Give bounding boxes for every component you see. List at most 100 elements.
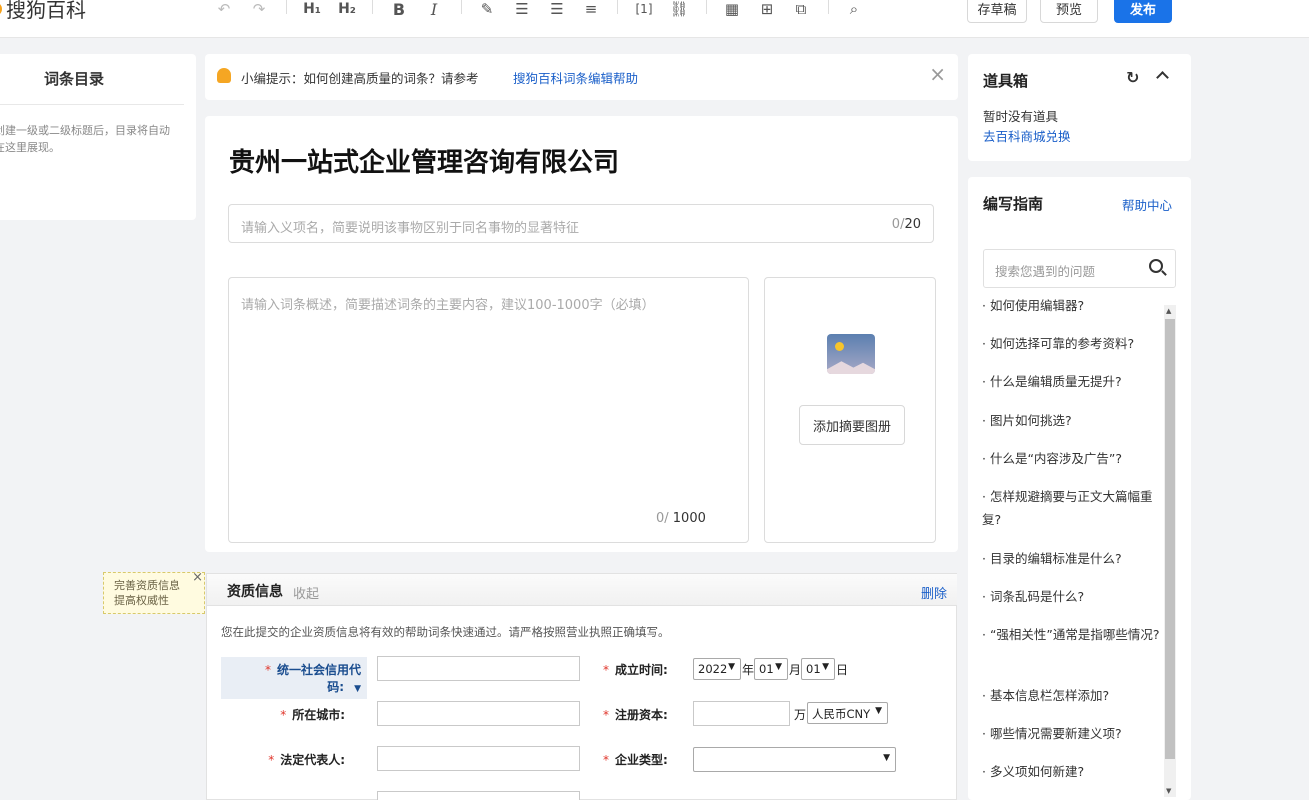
toc-divider — [0, 104, 184, 105]
guide-item[interactable]: · 怎样规避摘要与正文大篇幅重复? — [982, 485, 1160, 531]
legal-rep-label: * 法定代表人: — [268, 753, 345, 767]
toolbox-empty-text: 暂时没有道具 — [983, 109, 1059, 124]
next-field-input[interactable] — [377, 791, 580, 800]
credit-code-label[interactable]: * 统一社会信用代码: ▼ — [221, 657, 367, 699]
note-line-1: 完善资质信息 — [114, 579, 180, 592]
day-select[interactable]: 01 ▼ — [801, 658, 835, 680]
year-select[interactable]: 2022 ▼ — [693, 658, 741, 680]
bold-icon[interactable]: B — [388, 0, 410, 20]
toolbox-panel: 道具箱 ↻ 暂时没有道具 去百科商城兑换 — [968, 54, 1191, 161]
summary-placeholder: 请输入词条概述，简要描述词条的主要内容，建议100-1000字（必填） — [241, 298, 655, 313]
guide-title: 编写指南 — [983, 195, 1044, 213]
italic-icon[interactable]: I — [423, 0, 445, 20]
qualification-section: 资质信息 收起 删除 您在此提交的企业资质信息将有效的帮助词条快速通过。请严格按… — [206, 573, 957, 800]
h1-icon[interactable]: H₁ — [301, 0, 323, 20]
toc-panel: 词条目录 创建一级或二级标题后，目录将自动在这里展现。 — [0, 54, 196, 220]
month-select[interactable]: 01 ▼ — [754, 658, 788, 680]
day-unit: 日 — [836, 663, 849, 677]
year-unit: 年 — [742, 663, 755, 677]
qualification-title: 资质信息 — [227, 584, 283, 600]
writing-guide-panel: 编写指南 帮助中心 搜索您遇到的问题 · 如何使用编辑器? · 如何选择可靠的参… — [968, 177, 1191, 800]
guide-scrollbar[interactable]: ▲ ▼ — [1164, 305, 1176, 797]
toolbox-title: 道具箱 — [983, 72, 1029, 90]
scrollbar-thumb[interactable] — [1165, 319, 1175, 759]
legal-rep-input[interactable] — [377, 746, 580, 771]
toolbar-divider — [461, 0, 462, 14]
collapse-link[interactable]: 收起 — [293, 583, 319, 602]
refresh-icon[interactable]: ↻ — [1126, 68, 1139, 87]
logo-text: 搜狗百科 — [6, 0, 86, 22]
ordered-list-icon[interactable]: ☰ — [511, 0, 533, 20]
insert-icon[interactable]: ⊞ — [756, 0, 778, 20]
help-center-link[interactable]: 帮助中心 — [1122, 195, 1172, 214]
company-type-label: * 企业类型: — [603, 753, 668, 767]
reference-icon[interactable]: [1] — [633, 0, 655, 20]
scroll-up-icon[interactable]: ▲ — [1166, 307, 1171, 315]
guide-item[interactable]: · 什么是“内容涉及广告”? — [982, 447, 1160, 470]
tip-text: 小编提示：如何创建高质量的词条？请参考 — [241, 71, 479, 86]
editor-toolbar: 搜狗百科 ↶ ↷ H₁ H₂ B I ✎ ☰ ☰ ≡ [1] ⛓ ▦ ⊞ ⧉ ⌕… — [0, 0, 1309, 38]
subtitle-input[interactable]: 请输入义项名，简要说明该事物区别于同名事物的显著特征 0/20 — [228, 204, 934, 243]
summary-textarea[interactable]: 请输入词条概述，简要描述词条的主要内容，建议100-1000字（必填） 0/ 1… — [228, 277, 749, 543]
month-unit: 月 — [789, 663, 802, 677]
capital-label: * 注册资本: — [603, 708, 668, 722]
mall-exchange-link[interactable]: 去百科商城兑换 — [983, 126, 1071, 145]
city-label: * 所在城市: — [280, 708, 345, 722]
module-icon[interactable]: ⧉ — [790, 0, 812, 20]
publish-button[interactable]: 发布 — [1114, 0, 1172, 23]
qualification-description: 您在此提交的企业资质信息将有效的帮助词条快速通过。请严格按照营业执照正确填写。 — [221, 625, 670, 639]
toc-hint: 创建一级或二级标题后，目录将自动在这里展现。 — [0, 124, 170, 154]
qualification-tip-note: 完善资质信息 提高权威性 × — [103, 570, 205, 614]
guide-item[interactable]: · 基本信息栏怎样添加? — [982, 684, 1160, 707]
tip-bar: 小编提示：如何创建高质量的词条？请参考 搜狗百科词条编辑帮助 × — [205, 54, 958, 100]
city-input[interactable] — [377, 701, 580, 726]
guide-item[interactable]: · 如何使用编辑器? — [982, 294, 1160, 317]
toolbar-divider — [706, 0, 707, 14]
clear-format-icon[interactable]: ✎ — [476, 0, 498, 20]
note-line-2: 提高权威性 — [114, 594, 169, 607]
scroll-down-icon[interactable]: ▼ — [1166, 787, 1171, 795]
link-icon[interactable]: ⛓ — [668, 0, 690, 20]
save-draft-button[interactable]: 存草稿 — [967, 0, 1027, 23]
table-icon[interactable]: ▦ — [721, 0, 743, 20]
preview-search-icon[interactable]: ⌕ — [843, 0, 865, 20]
guide-item[interactable]: · 词条乱码是什么? — [982, 585, 1160, 608]
image-icon — [827, 334, 875, 374]
toolbar-divider — [286, 0, 287, 14]
bell-icon — [217, 68, 231, 83]
subtitle-counter: 0/20 — [891, 217, 921, 232]
redo-icon[interactable]: ↷ — [248, 0, 270, 20]
entry-title[interactable]: 贵州一站式企业管理咨询有限公司 — [229, 142, 619, 179]
capital-input[interactable] — [693, 701, 790, 726]
company-type-select[interactable]: ▼ — [693, 747, 896, 772]
guide-item[interactable]: · “强相关性”通常是指哪些情况? — [982, 623, 1160, 646]
search-icon[interactable] — [1149, 259, 1163, 273]
delete-link[interactable]: 删除 — [921, 583, 947, 602]
indent-icon[interactable]: ≡ — [580, 0, 602, 20]
preview-button[interactable]: 预览 — [1040, 0, 1098, 23]
sogou-baike-logo[interactable]: 搜狗百科 — [0, 0, 86, 23]
undo-icon[interactable]: ↶ — [213, 0, 235, 20]
guide-item[interactable]: · 图片如何挑选? — [982, 409, 1160, 432]
credit-code-input[interactable] — [377, 656, 580, 681]
guide-item[interactable]: · 什么是编辑质量无提升? — [982, 370, 1160, 393]
guide-item[interactable]: · 哪些情况需要新建义项? — [982, 722, 1160, 745]
chevron-down-icon: ▼ — [822, 662, 829, 672]
guide-search-input[interactable]: 搜索您遇到的问题 — [983, 249, 1176, 288]
chevron-up-icon[interactable] — [1156, 71, 1169, 84]
guide-item[interactable]: · 多义项如何新建? — [982, 760, 1160, 783]
guide-item[interactable]: · 目录的编辑标准是什么? — [982, 547, 1160, 570]
close-icon[interactable]: × — [929, 62, 946, 86]
chevron-down-icon: ▼ — [883, 753, 890, 763]
currency-select[interactable]: 人民币CNY ▼ — [807, 702, 888, 724]
close-icon[interactable]: × — [192, 570, 203, 585]
h2-icon[interactable]: H₂ — [336, 0, 358, 20]
editing-help-link[interactable]: 搜狗百科词条编辑帮助 — [513, 68, 638, 87]
editor-card: 贵州一站式企业管理咨询有限公司 请输入义项名，简要说明该事物区别于同名事物的显著… — [205, 116, 958, 552]
add-album-button[interactable]: 添加摘要图册 — [799, 405, 905, 445]
toolbar-divider — [372, 0, 373, 14]
unordered-list-icon[interactable]: ☰ — [546, 0, 568, 20]
guide-item[interactable]: · 如何选择可靠的参考资料? — [982, 332, 1160, 355]
qualification-header: 资质信息 收起 删除 — [207, 574, 957, 606]
chevron-down-icon: ▼ — [875, 706, 882, 716]
